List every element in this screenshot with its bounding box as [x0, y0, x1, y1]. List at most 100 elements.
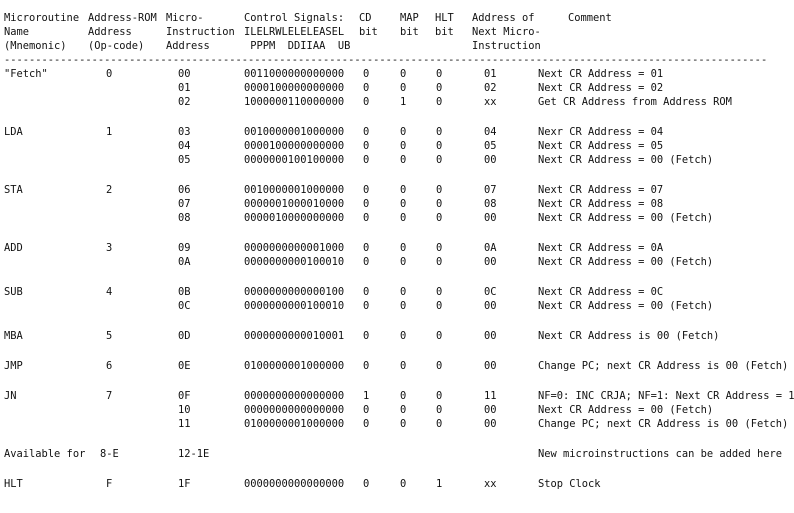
micro-address-cell: 08: [178, 212, 191, 224]
map-bit-cell: 0: [400, 68, 407, 80]
control-signals-cell: 0000000000000100: [244, 286, 345, 298]
control-signals-cell: 0000000000000000: [244, 404, 345, 416]
micro-address-cell: 11: [178, 418, 191, 430]
header-hlt-bit: HLT bit: [435, 12, 454, 38]
micro-address-cell: 06: [178, 184, 191, 196]
comment-cell: Next CR Address = 00 (Fetch): [538, 256, 714, 268]
header-next-address: Address of Next Micro- Instruction: [472, 12, 541, 52]
comment-cell: Next CR Address = 01: [538, 68, 664, 80]
cd-bit-cell: 0: [363, 330, 370, 342]
next-address-cell: xx: [484, 478, 497, 490]
control-signals-cell: 0010000001000000: [244, 184, 345, 196]
hlt-bit-cell: 1: [436, 478, 443, 490]
hlt-bit-cell: 0: [436, 256, 443, 268]
hlt-bit-cell: 0: [436, 330, 443, 342]
cd-bit-cell: 0: [363, 360, 370, 372]
comment-cell: Change PC; next CR Address is 00 (Fetch): [538, 360, 789, 372]
micro-address-cell: 0D: [178, 330, 191, 342]
control-signals-cell: 0000001000010000: [244, 198, 345, 210]
micro-address-cell: 0A: [178, 256, 191, 268]
control-signals-cell: 1000000110000000: [244, 96, 345, 108]
micro-address-cell: 0C: [178, 300, 191, 312]
rom-address-cell: F: [106, 478, 113, 490]
comment-cell: Next CR Address is 00 (Fetch): [538, 330, 720, 342]
rom-address-cell: 7: [106, 390, 113, 402]
control-signals-cell: 0100000001000000: [244, 418, 345, 430]
rom-address-cell: 1: [106, 126, 113, 138]
hlt-bit-cell: 0: [436, 154, 443, 166]
map-bit-cell: 0: [400, 478, 407, 490]
next-address-cell: 0A: [484, 242, 497, 254]
routine-name-cell: SUB: [4, 286, 23, 298]
cd-bit-cell: 0: [363, 140, 370, 152]
hlt-bit-cell: 0: [436, 82, 443, 94]
header-map-bit: MAP bit: [400, 12, 419, 38]
hlt-bit-cell: 0: [436, 242, 443, 254]
map-bit-cell: 0: [400, 360, 407, 372]
routine-name-cell: Available for: [4, 448, 86, 460]
comment-cell: Next CR Address = 0C: [538, 286, 664, 298]
comment-cell: Next CR Address = 00 (Fetch): [538, 300, 714, 312]
map-bit-cell: 0: [400, 242, 407, 254]
comment-cell: Change PC; next CR Address is 00 (Fetch): [538, 418, 789, 430]
header-separator: ----------------------------------------…: [4, 54, 768, 66]
next-address-cell: 00: [484, 300, 497, 312]
map-bit-cell: 0: [400, 184, 407, 196]
rom-address-cell: 3: [106, 242, 113, 254]
cd-bit-cell: 0: [363, 286, 370, 298]
cd-bit-cell: 0: [363, 198, 370, 210]
control-signals-cell: 0000100000000000: [244, 140, 345, 152]
routine-name-cell: LDA: [4, 126, 23, 138]
hlt-bit-cell: 0: [436, 212, 443, 224]
cd-bit-cell: 0: [363, 212, 370, 224]
rom-address-cell: 2: [106, 184, 113, 196]
comment-cell: New microinstructions can be added here: [538, 448, 782, 460]
header-rom-address: Address-ROM Address (Op-code): [88, 12, 157, 52]
header-cd-bit: CD bit: [359, 12, 378, 38]
routine-name-cell: HLT: [4, 478, 23, 490]
routine-name-cell: STA: [4, 184, 23, 196]
comment-cell: Stop Clock: [538, 478, 601, 490]
micro-address-cell: 12-1E: [178, 448, 210, 460]
map-bit-cell: 0: [400, 330, 407, 342]
hlt-bit-cell: 0: [436, 184, 443, 196]
control-signals-cell: 0000100000000000: [244, 82, 345, 94]
control-signals-cell: 0000000000100010: [244, 300, 345, 312]
map-bit-cell: 0: [400, 418, 407, 430]
hlt-bit-cell: 0: [436, 126, 443, 138]
next-address-cell: 02: [484, 82, 497, 94]
comment-cell: Get CR Address from Address ROM: [538, 96, 732, 108]
hlt-bit-cell: 0: [436, 360, 443, 372]
micro-address-cell: 02: [178, 96, 191, 108]
control-signals-cell: 0100000001000000: [244, 360, 345, 372]
next-address-cell: 00: [484, 256, 497, 268]
next-address-cell: xx: [484, 96, 497, 108]
micro-address-cell: 05: [178, 154, 191, 166]
cd-bit-cell: 0: [363, 478, 370, 490]
map-bit-cell: 0: [400, 126, 407, 138]
hlt-bit-cell: 0: [436, 286, 443, 298]
next-address-cell: 08: [484, 198, 497, 210]
map-bit-cell: 0: [400, 198, 407, 210]
map-bit-cell: 0: [400, 404, 407, 416]
comment-cell: Next CR Address = 08: [538, 198, 664, 210]
next-address-cell: 00: [484, 404, 497, 416]
next-address-cell: 04: [484, 126, 497, 138]
comment-cell: Next CR Address = 02: [538, 82, 664, 94]
cd-bit-cell: 0: [363, 256, 370, 268]
rom-address-cell: 4: [106, 286, 113, 298]
micro-address-cell: 0B: [178, 286, 191, 298]
micro-address-cell: 0E: [178, 360, 191, 372]
control-signals-cell: 0011000000000000: [244, 68, 345, 80]
hlt-bit-cell: 0: [436, 300, 443, 312]
cd-bit-cell: 0: [363, 96, 370, 108]
map-bit-cell: 0: [400, 286, 407, 298]
hlt-bit-cell: 0: [436, 96, 443, 108]
rom-address-cell: 8-E: [100, 448, 119, 460]
cd-bit-cell: 0: [363, 242, 370, 254]
header-micro-address: Micro- Instruction Address: [166, 12, 235, 52]
control-signals-cell: 0000000000000000: [244, 478, 345, 490]
comment-cell: Nexr CR Address = 04: [538, 126, 664, 138]
micro-address-cell: 10: [178, 404, 191, 416]
map-bit-cell: 0: [400, 154, 407, 166]
